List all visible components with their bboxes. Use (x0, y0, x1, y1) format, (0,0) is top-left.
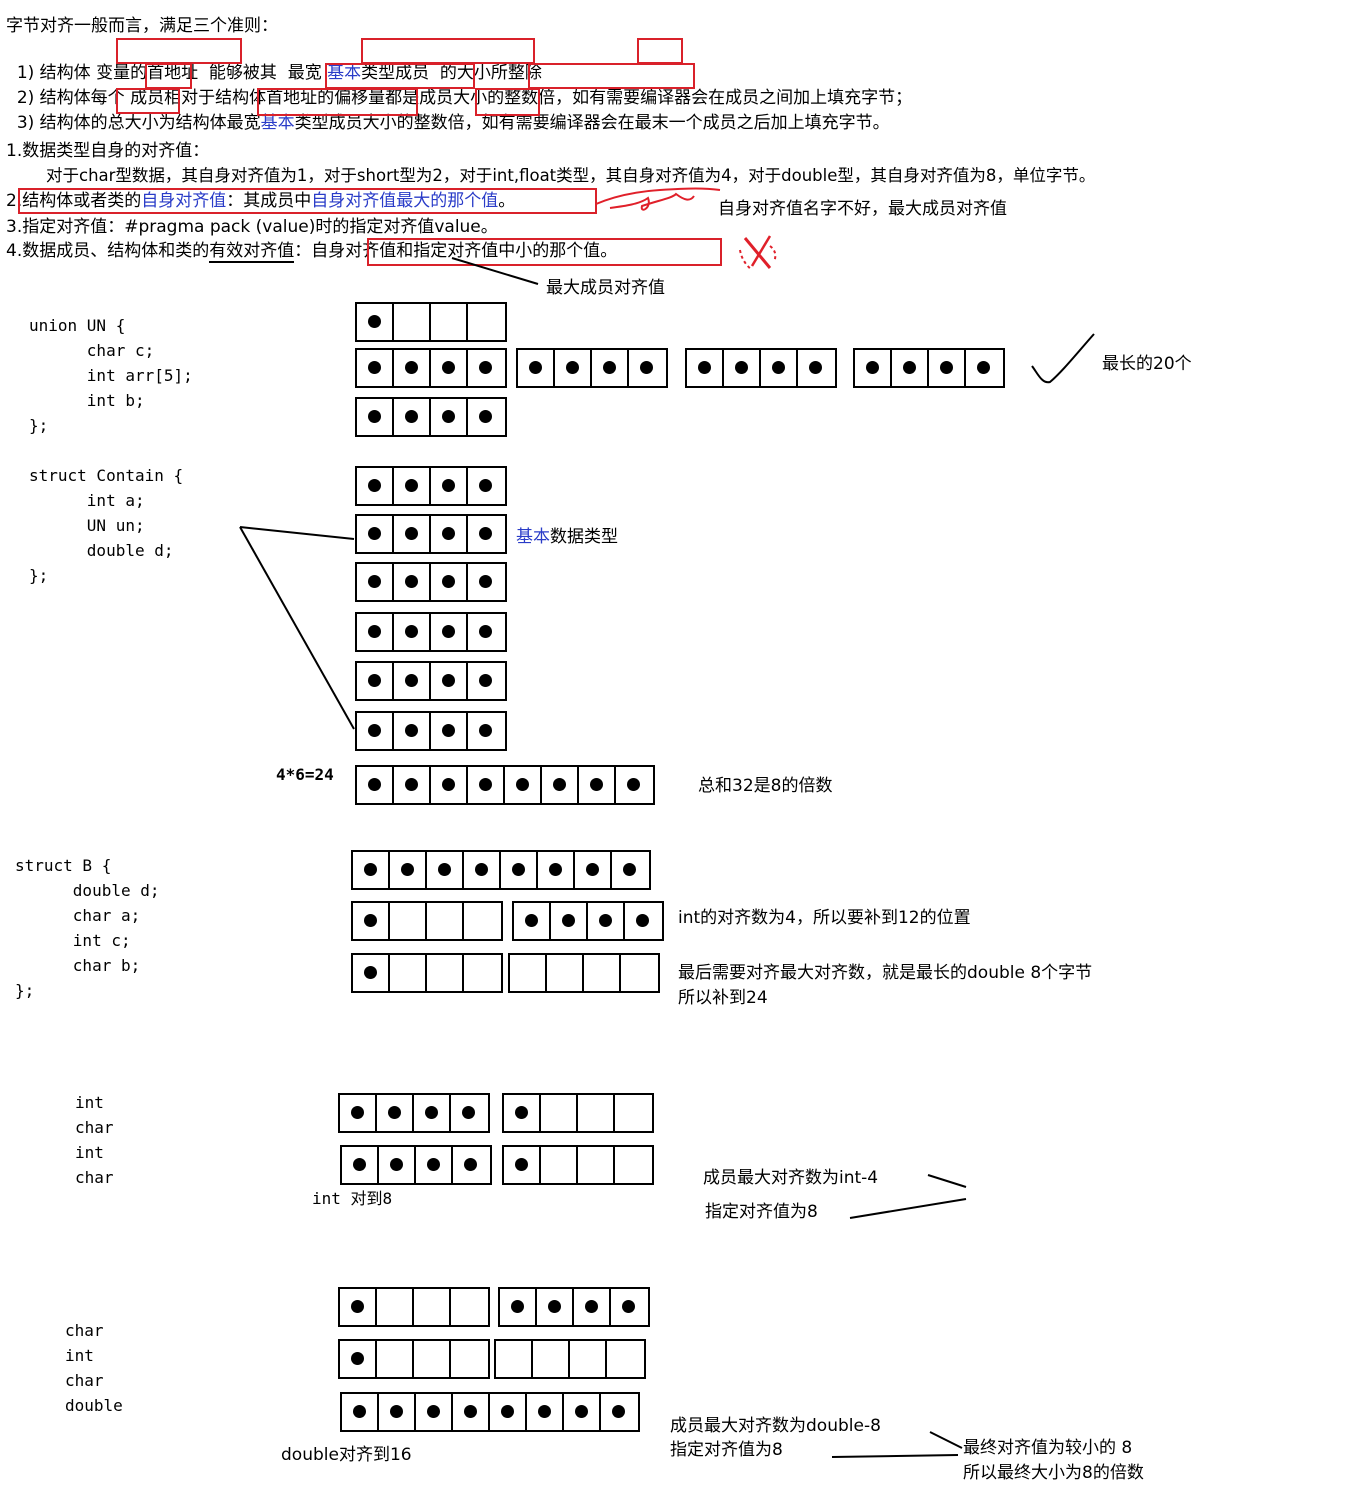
annotation-strokes (239, 187, 1095, 1458)
pointer-line (239, 526, 355, 730)
pointer-line (831, 1454, 959, 1458)
pointer-line (927, 1174, 967, 1188)
pointer-line (239, 526, 355, 540)
checkmark-icon (1031, 333, 1095, 384)
pointer-line (849, 1198, 967, 1219)
pointer-line (929, 1431, 963, 1449)
red-x-icon (739, 235, 777, 271)
pointer-line (451, 257, 539, 285)
